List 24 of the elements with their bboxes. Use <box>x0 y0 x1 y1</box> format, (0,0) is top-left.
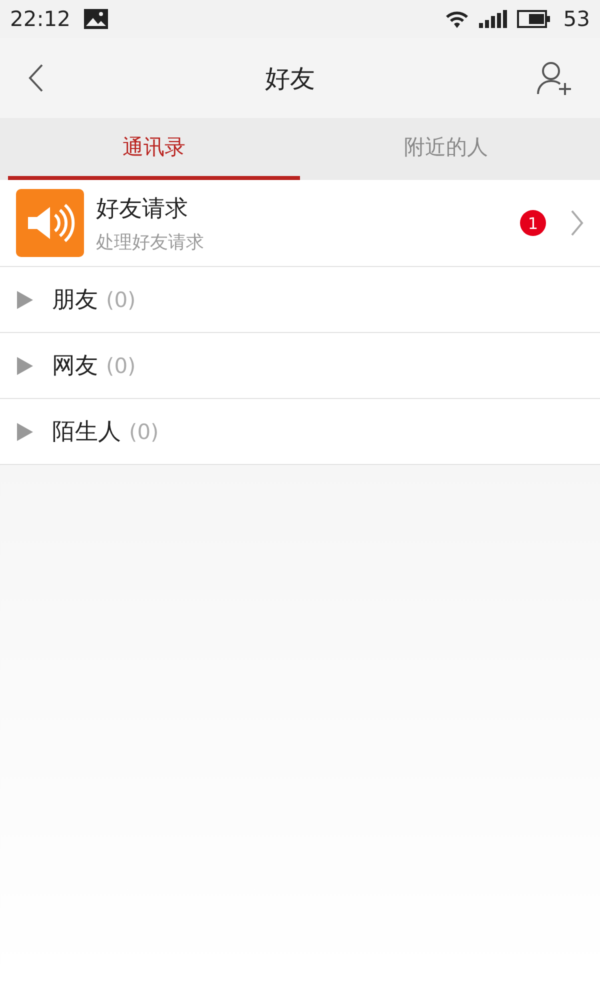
page-title: 好友 <box>265 62 315 94</box>
count-badge: 1 <box>520 210 546 236</box>
battery-icon <box>517 9 552 29</box>
group-count: (0) <box>106 354 136 378</box>
group-name: 网友 <box>52 352 98 381</box>
wifi-icon <box>445 9 470 29</box>
expand-right-icon[interactable] <box>16 422 34 440</box>
expand-right-icon[interactable] <box>16 356 34 374</box>
group-count: (0) <box>106 288 136 312</box>
tab[interactable]: 附近的人 <box>300 118 592 180</box>
group-count: (0) <box>129 420 159 444</box>
image-icon <box>82 8 109 30</box>
chevron-right-icon[interactable] <box>570 210 584 236</box>
battery-level: 53 <box>563 7 590 31</box>
status-time: 22:12 <box>10 7 71 31</box>
back-icon[interactable] <box>28 64 44 92</box>
request-title: 好友请求 <box>96 194 189 224</box>
request-subtitle: 处理好友请求 <box>96 230 205 254</box>
add-user-icon[interactable] <box>536 60 572 96</box>
signal-icon <box>479 10 508 28</box>
group-name: 朋友 <box>52 286 98 315</box>
group-name: 陌生人 <box>52 418 121 447</box>
expand-right-icon[interactable] <box>16 290 34 308</box>
speaker-icon <box>16 189 84 257</box>
